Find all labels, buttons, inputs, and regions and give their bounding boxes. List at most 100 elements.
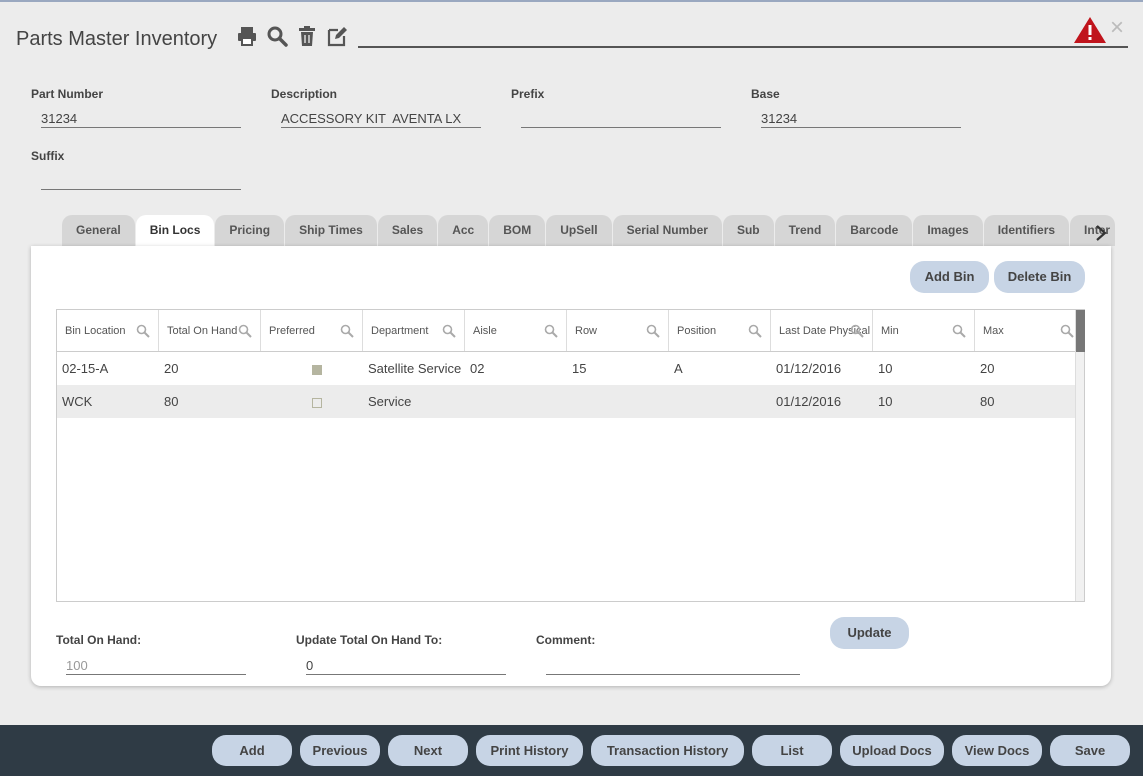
tab-sub[interactable]: Sub bbox=[722, 215, 774, 246]
title-toolbar bbox=[236, 25, 348, 47]
part-number-field: Part Number bbox=[31, 87, 241, 128]
search-icon[interactable] bbox=[136, 324, 150, 338]
table-row[interactable]: 02-15-A 20 Satellite Service 02 15 A 01/… bbox=[57, 352, 1084, 385]
update-total-input[interactable] bbox=[306, 657, 506, 675]
grid-scrollbar[interactable] bbox=[1075, 310, 1085, 601]
column-label: Position bbox=[677, 325, 717, 337]
add-button[interactable]: Add bbox=[212, 735, 292, 766]
column-header-min[interactable]: Min bbox=[873, 310, 975, 351]
tab-bom[interactable]: BOM bbox=[489, 215, 546, 246]
transaction-history-button[interactable]: Transaction History bbox=[591, 735, 744, 766]
tab-serial-number[interactable]: Serial Number bbox=[612, 215, 722, 246]
description-input[interactable] bbox=[281, 109, 481, 128]
trash-icon[interactable] bbox=[296, 25, 318, 47]
description-field: Description bbox=[271, 87, 481, 128]
base-input[interactable] bbox=[761, 109, 961, 128]
table-row[interactable]: WCK 80 Service 01/12/2016 10 80 bbox=[57, 385, 1084, 418]
scrollbar-thumb[interactable] bbox=[1076, 310, 1085, 352]
search-icon[interactable] bbox=[1060, 324, 1074, 338]
cell-row: 15 bbox=[572, 361, 587, 376]
column-header-max[interactable]: Max bbox=[975, 310, 1083, 351]
part-number-input[interactable] bbox=[41, 109, 241, 128]
column-header-department[interactable]: Department bbox=[363, 310, 465, 351]
column-header-row[interactable]: Row bbox=[567, 310, 669, 351]
tab-pricing[interactable]: Pricing bbox=[215, 215, 285, 246]
total-on-hand-field: Total On Hand: bbox=[56, 633, 246, 675]
cell-position: A bbox=[674, 361, 683, 376]
update-button[interactable]: Update bbox=[830, 617, 909, 649]
edit-icon[interactable] bbox=[326, 25, 348, 47]
prefix-field: Prefix bbox=[511, 87, 721, 128]
tab-ship-times[interactable]: Ship Times bbox=[285, 215, 377, 246]
total-on-hand-input bbox=[66, 657, 246, 675]
delete-bin-button[interactable]: Delete Bin bbox=[994, 261, 1085, 293]
tab-acc[interactable]: Acc bbox=[438, 215, 489, 246]
search-icon[interactable] bbox=[544, 324, 558, 338]
suffix-label: Suffix bbox=[31, 149, 65, 163]
warning-icon[interactable] bbox=[1073, 16, 1107, 44]
cell-position bbox=[669, 385, 771, 418]
search-icon[interactable] bbox=[646, 324, 660, 338]
save-button[interactable]: Save bbox=[1050, 735, 1130, 766]
cell-preferred bbox=[261, 352, 363, 385]
tab-barcode[interactable]: Barcode bbox=[836, 215, 913, 246]
previous-button[interactable]: Previous bbox=[300, 735, 380, 766]
prefix-input[interactable] bbox=[521, 109, 721, 128]
top-border bbox=[0, 0, 1143, 2]
print-history-button[interactable]: Print History bbox=[476, 735, 583, 766]
tab-upsell[interactable]: UpSell bbox=[546, 215, 612, 246]
tab-identifiers[interactable]: Identifiers bbox=[983, 215, 1070, 246]
tab-bin-locs[interactable]: Bin Locs bbox=[135, 215, 215, 246]
search-icon[interactable] bbox=[238, 324, 252, 338]
total-on-hand-label: Total On Hand: bbox=[56, 633, 142, 647]
bin-locations-grid: Bin Location Total On Hand Preferred Dep… bbox=[56, 309, 1085, 602]
search-icon[interactable] bbox=[850, 324, 864, 338]
cell-last-date-physical: 01/12/2016 bbox=[776, 361, 842, 376]
preferred-checkbox[interactable] bbox=[312, 364, 322, 375]
tab-images[interactable]: Images bbox=[913, 215, 983, 246]
close-icon[interactable]: × bbox=[1110, 16, 1124, 40]
preferred-checkbox[interactable] bbox=[312, 397, 322, 408]
title-divider bbox=[358, 46, 1128, 48]
search-icon[interactable] bbox=[952, 324, 966, 338]
cell-min: 10 bbox=[878, 361, 893, 376]
view-docs-button[interactable]: View Docs bbox=[952, 735, 1042, 766]
chevron-right-icon[interactable] bbox=[1093, 224, 1109, 242]
cell-aisle bbox=[465, 385, 567, 418]
suffix-input[interactable] bbox=[41, 171, 241, 190]
cell-row bbox=[567, 385, 669, 418]
cell-department: Satellite Service bbox=[368, 361, 462, 376]
column-header-preferred[interactable]: Preferred bbox=[261, 310, 363, 351]
add-bin-button[interactable]: Add Bin bbox=[910, 261, 989, 293]
column-header-total-on-hand[interactable]: Total On Hand bbox=[159, 310, 261, 351]
column-label: Row bbox=[575, 325, 598, 337]
tab-trend[interactable]: Trend bbox=[774, 215, 836, 246]
update-total-field: Update Total On Hand To: bbox=[296, 633, 506, 675]
next-button[interactable]: Next bbox=[388, 735, 468, 766]
column-header-position[interactable]: Position bbox=[669, 310, 771, 351]
cell-bin-location: 02-15-A bbox=[62, 361, 109, 376]
column-header-bin-location[interactable]: Bin Location bbox=[57, 310, 159, 351]
cell-preferred bbox=[261, 385, 363, 418]
print-icon[interactable] bbox=[236, 25, 258, 47]
grid-header: Bin Location Total On Hand Preferred Dep… bbox=[57, 310, 1084, 352]
part-number-label: Part Number bbox=[31, 87, 104, 101]
base-field: Base bbox=[751, 87, 961, 128]
cell-min: 10 bbox=[878, 394, 893, 409]
cell-last-date-physical: 01/12/2016 bbox=[776, 394, 842, 409]
list-button[interactable]: List bbox=[752, 735, 832, 766]
tab-sales[interactable]: Sales bbox=[377, 215, 438, 246]
column-header-last-date-physical[interactable]: Last Date Physical bbox=[771, 310, 873, 351]
column-label: Min bbox=[881, 325, 899, 337]
cell-max: 20 bbox=[980, 361, 995, 376]
tab-general[interactable]: General bbox=[62, 215, 135, 246]
search-icon[interactable] bbox=[748, 324, 762, 338]
column-header-aisle[interactable]: Aisle bbox=[465, 310, 567, 351]
search-icon[interactable] bbox=[340, 324, 354, 338]
search-icon[interactable] bbox=[266, 25, 288, 47]
search-icon[interactable] bbox=[442, 324, 456, 338]
upload-docs-button[interactable]: Upload Docs bbox=[840, 735, 944, 766]
comment-input[interactable] bbox=[546, 657, 800, 675]
column-label: Max bbox=[983, 325, 1004, 337]
cell-aisle: 02 bbox=[470, 361, 485, 376]
